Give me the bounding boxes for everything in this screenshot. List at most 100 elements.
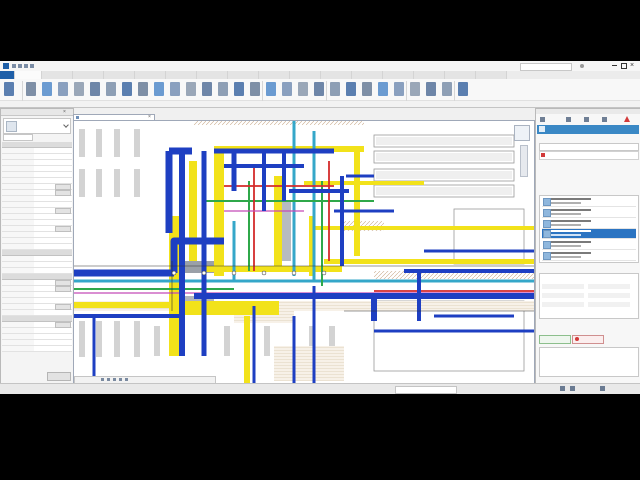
report-list-item[interactable]: [542, 208, 636, 218]
property-value[interactable]: [34, 244, 72, 249]
home-icon[interactable]: [540, 117, 545, 122]
face-icon[interactable]: [346, 82, 356, 96]
property-value[interactable]: [34, 340, 72, 345]
report-list-item[interactable]: [542, 240, 636, 251]
close-icon[interactable]: ×: [63, 110, 66, 115]
property-value[interactable]: [34, 214, 72, 219]
theme-list-item[interactable]: [539, 151, 639, 160]
accept-button[interactable]: [539, 335, 571, 344]
viewer-icon[interactable]: [458, 82, 468, 96]
floor-icon[interactable]: [138, 82, 148, 96]
railing-icon[interactable]: [186, 82, 196, 96]
level-icon[interactable]: [394, 82, 404, 96]
redo-icon[interactable]: [30, 64, 34, 68]
scale-label[interactable]: [77, 377, 97, 382]
filter-icon[interactable]: [600, 386, 605, 391]
property-value[interactable]: [34, 178, 72, 183]
ribbon-tab[interactable]: [414, 71, 445, 79]
property-value[interactable]: [34, 256, 72, 261]
view-instance-dropdown[interactable]: [3, 134, 33, 141]
property-value[interactable]: [34, 328, 72, 333]
view-cube-icon[interactable]: [514, 125, 530, 141]
area-icon[interactable]: [314, 82, 324, 96]
design-options-icon[interactable]: [570, 386, 575, 391]
type-selector[interactable]: [3, 118, 71, 134]
property-value[interactable]: [34, 196, 72, 201]
grid-icon[interactable]: [410, 82, 420, 96]
properties-help-link[interactable]: [3, 373, 39, 379]
report-list-item[interactable]: [542, 219, 636, 229]
ribbon-tab[interactable]: [228, 71, 259, 79]
shadows-icon[interactable]: [119, 378, 122, 381]
floor-plan-drawing[interactable]: [74, 121, 534, 383]
mullion-icon[interactable]: [170, 82, 180, 96]
drawing-canvas[interactable]: [73, 120, 535, 384]
ribbon-tab[interactable]: [290, 71, 321, 79]
ribbon-tab[interactable]: [135, 71, 166, 79]
tag-icon[interactable]: [330, 82, 340, 96]
model-group-icon[interactable]: [266, 82, 276, 96]
close-icon[interactable]: ×: [630, 62, 634, 69]
ribbon-tab[interactable]: [476, 71, 507, 79]
property-value[interactable]: [34, 238, 72, 243]
edit-icon[interactable]: [566, 117, 571, 122]
property-value[interactable]: [34, 298, 72, 303]
property-value[interactable]: [34, 262, 72, 267]
roof-icon[interactable]: [106, 82, 116, 96]
minimize-icon[interactable]: [612, 65, 617, 66]
navigation-bar[interactable]: [520, 145, 528, 177]
ribbon-tab[interactable]: [321, 71, 352, 79]
property-value[interactable]: [34, 172, 72, 177]
set-icon[interactable]: [426, 82, 436, 96]
ribbon-tab[interactable]: [166, 71, 197, 79]
settings-icon[interactable]: [602, 117, 607, 122]
window-icon[interactable]: [58, 82, 68, 96]
property-value[interactable]: [34, 334, 72, 339]
shaft-icon[interactable]: [362, 82, 372, 96]
ribbon-tab[interactable]: [197, 71, 228, 79]
ribbon-tab[interactable]: [383, 71, 414, 79]
themes-search-input[interactable]: [539, 143, 639, 151]
room-icon[interactable]: [282, 82, 292, 96]
report-list-item[interactable]: [542, 251, 636, 261]
visual-style-icon[interactable]: [107, 378, 110, 381]
property-value[interactable]: [34, 310, 72, 315]
property-value[interactable]: [34, 292, 72, 297]
property-value[interactable]: [34, 268, 72, 273]
user-icon[interactable]: [580, 64, 584, 68]
property-value[interactable]: [34, 154, 72, 159]
sun-path-icon[interactable]: [113, 378, 116, 381]
chevron-down-icon[interactable]: [63, 122, 69, 128]
property-value[interactable]: [34, 202, 72, 207]
apply-button[interactable]: [47, 372, 71, 381]
model-text-icon[interactable]: [234, 82, 244, 96]
column-icon[interactable]: [90, 82, 100, 96]
ribbon-tab[interactable]: [445, 71, 476, 79]
ribbon-tab[interactable]: [15, 71, 42, 79]
ramp-icon[interactable]: [202, 82, 212, 96]
ribbon-tab[interactable]: [73, 71, 104, 79]
crop-view-icon[interactable]: [125, 378, 128, 381]
warning-icon[interactable]: [624, 116, 630, 122]
reject-button[interactable]: [572, 335, 604, 344]
wall-icon[interactable]: [26, 82, 36, 96]
edit-type-button[interactable]: [35, 134, 69, 139]
model-line-icon[interactable]: [250, 82, 260, 96]
filter-icon[interactable]: [584, 117, 589, 122]
open-icon[interactable]: [12, 64, 16, 68]
detail-level-icon[interactable]: [101, 378, 104, 381]
door-icon[interactable]: [42, 82, 52, 96]
room-separator-icon[interactable]: [298, 82, 308, 96]
ribbon-tab[interactable]: [259, 71, 290, 79]
ceiling-icon[interactable]: [122, 82, 132, 96]
modify-icon[interactable]: [4, 82, 14, 96]
maximize-icon[interactable]: [621, 63, 627, 69]
property-value[interactable]: [34, 148, 72, 153]
undo-icon[interactable]: [24, 64, 28, 68]
opening-icon[interactable]: [378, 82, 388, 96]
property-value[interactable]: [34, 346, 72, 351]
worksets-icon[interactable]: [560, 386, 565, 391]
comment-area[interactable]: [539, 347, 639, 377]
reports-list[interactable]: [539, 195, 639, 263]
ribbon-tab[interactable]: [352, 71, 383, 79]
